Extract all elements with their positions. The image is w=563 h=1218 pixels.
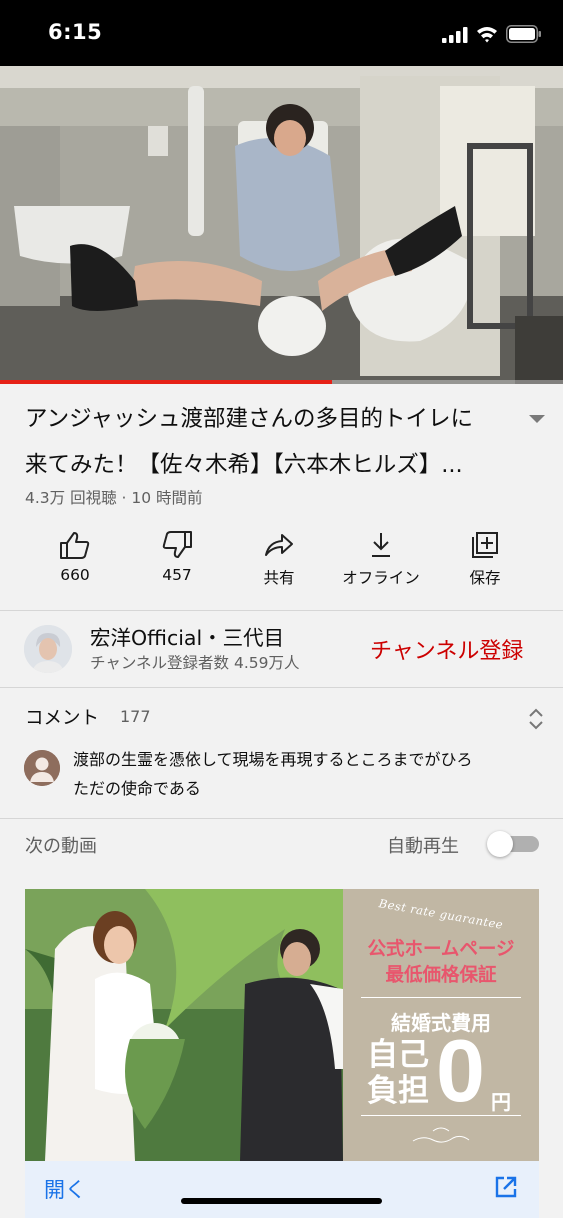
ad-yen: 円 [491, 1090, 511, 1114]
ad-text-panel: Best rate guarantee 公式ホームページ 最低価格保証 結婚式費… [343, 889, 539, 1161]
video-player[interactable] [0, 66, 563, 384]
wifi-icon [477, 27, 497, 43]
ad-self-pay: 自己負担 [367, 1037, 429, 1109]
channel-avatar[interactable] [24, 625, 72, 673]
progress-fill [0, 380, 333, 384]
offline-label: オフライン [342, 569, 420, 587]
ad-rule [361, 997, 521, 998]
toggle-knob [487, 831, 513, 857]
action-bar: 660 457 共有 オフライン 保存 [20, 528, 550, 592]
default-avatar-icon [24, 750, 60, 786]
subscribe-button[interactable]: チャンネル登録 [370, 633, 523, 665]
commenter-avatar [24, 750, 60, 786]
comments-label: コメント [25, 708, 100, 729]
like-count: 660 [60, 566, 90, 584]
expand-comments-icon[interactable] [528, 707, 544, 731]
video-title-line: 来てみた！【佐々木希】【六本木ヒルズ】... [25, 452, 463, 478]
ad-zero: 0 [436, 1021, 485, 1120]
add-to-playlist-icon [472, 532, 498, 558]
divider [0, 818, 563, 819]
status-bar: 6:15 [0, 0, 563, 66]
progress-track[interactable] [0, 380, 563, 384]
save-button[interactable]: 保存 [430, 528, 540, 588]
dislike-count: 457 [162, 566, 192, 584]
like-button[interactable]: 660 [20, 528, 130, 584]
divider [0, 687, 563, 688]
video-title[interactable]: アンジャッシュ渡部建さんの多目的トイレに 来てみた！【佐々木希】【六本木ヒルズ】… [25, 396, 515, 488]
video-meta: 4.3万 回視聴 · 10 時間前 [25, 489, 203, 507]
ad-guarantee: Best rate guarantee [377, 896, 505, 932]
autoplay-label: 自動再生 [387, 836, 459, 857]
autoplay-toggle[interactable] [487, 831, 539, 857]
offline-button[interactable]: オフライン [326, 528, 436, 588]
video-frame [0, 66, 563, 384]
top-comment-line: ただの使命である [73, 779, 201, 798]
expand-description-icon[interactable] [528, 414, 546, 424]
share-button[interactable]: 共有 [224, 528, 334, 588]
ad-headline: 公式ホームページ [367, 939, 515, 960]
save-label: 保存 [469, 569, 501, 587]
share-label: 共有 [263, 569, 295, 587]
dislike-button[interactable]: 457 [122, 528, 232, 584]
ad-subheadline: 最低価格保証 [385, 965, 497, 986]
cellular-signal-icon [442, 27, 468, 43]
channel-avatar-image [24, 625, 72, 673]
share-icon [265, 534, 293, 556]
thumbs-up-icon [60, 532, 90, 559]
comments-count: 177 [120, 707, 151, 726]
video-title-line: アンジャッシュ渡部建さんの多目的トイレに [25, 406, 473, 432]
up-next-label: 次の動画 [25, 836, 97, 857]
top-comment-line: 渡部の生霊を憑依して現場を再現するところまでがひろ [73, 750, 473, 769]
ad-rule [361, 1115, 521, 1116]
battery-icon [506, 25, 541, 43]
top-comment: 渡部の生霊を憑依して現場を再現するところまでがひろ ただの使命である [73, 745, 538, 803]
ad-banner[interactable]: Best rate guarantee 公式ホームページ 最低価格保証 結婚式費… [25, 889, 539, 1161]
divider [0, 610, 563, 611]
thumbs-down-icon [162, 531, 192, 558]
download-icon [372, 533, 390, 557]
ad-logo [412, 1127, 470, 1143]
status-time: 6:15 [48, 20, 103, 44]
home-indicator[interactable] [181, 1198, 382, 1204]
ad-open-button[interactable]: 開く [44, 1174, 86, 1204]
channel-name[interactable]: 宏洋Official・三代目 [90, 621, 284, 651]
ad-action-bar[interactable]: 開く [25, 1161, 539, 1218]
ad-photo [25, 889, 343, 1161]
channel-subscriber-count: チャンネル登録者数 4.59万人 [90, 654, 300, 672]
external-link-icon[interactable] [494, 1175, 518, 1199]
